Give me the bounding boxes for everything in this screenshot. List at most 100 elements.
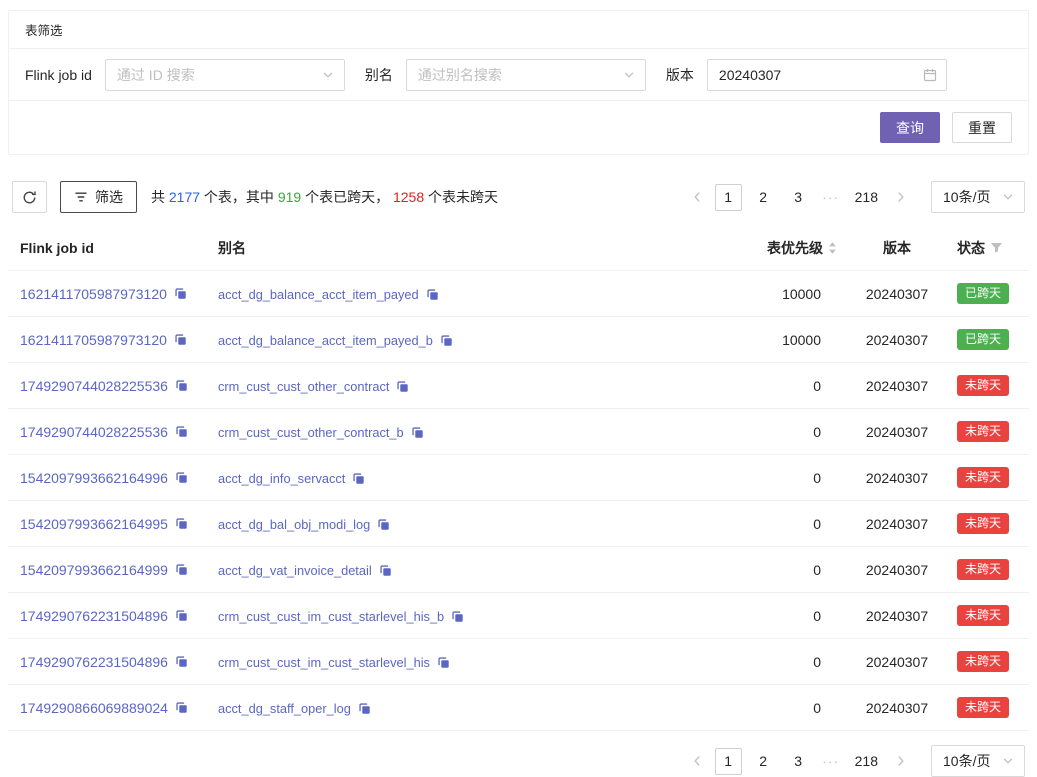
status-badge: 未跨天	[957, 559, 1009, 580]
copy-icon[interactable]	[175, 609, 188, 622]
page-size-select[interactable]: 10条/页	[931, 745, 1025, 777]
copy-icon[interactable]	[379, 564, 392, 577]
copy-icon[interactable]	[411, 426, 424, 439]
job-id-link[interactable]: 1621411705987973120	[20, 286, 167, 302]
col-header-version: 版本	[849, 226, 945, 271]
version-value: 20240307	[849, 271, 945, 317]
summary-mid1: 个表，其中	[200, 189, 278, 205]
copy-icon[interactable]	[377, 518, 390, 531]
page-size-value: 10条/页	[943, 751, 990, 771]
priority-value: 0	[659, 455, 849, 501]
sort-carets-icon[interactable]	[828, 241, 837, 255]
copy-icon[interactable]	[175, 425, 188, 438]
status-badge: 已跨天	[957, 329, 1009, 350]
copy-icon[interactable]	[451, 610, 464, 623]
filter-button-label: 筛选	[95, 187, 123, 207]
copy-icon[interactable]	[174, 333, 187, 346]
version-value: 20240307	[849, 685, 945, 731]
copy-icon[interactable]	[175, 517, 188, 530]
version-date-picker[interactable]	[707, 59, 947, 91]
pagination-prev[interactable]	[685, 748, 709, 775]
table-row: 1749290744028225536 crm_cust_cust_other_c…	[8, 363, 1029, 409]
copy-icon[interactable]	[437, 656, 450, 669]
alias-link[interactable]: acct_dg_bal_obj_modi_log	[218, 517, 370, 532]
pagination-page-2[interactable]: 2	[750, 748, 777, 775]
job-id-link[interactable]: 1749290744028225536	[20, 424, 168, 440]
copy-icon[interactable]	[175, 701, 188, 714]
refresh-button[interactable]	[12, 181, 47, 213]
data-table: Flink job id 别名 表优先级 版本 状态	[8, 226, 1029, 731]
alias-link[interactable]: acct_dg_balance_acct_item_payed	[218, 287, 419, 302]
pagination-page-2[interactable]: 2	[750, 184, 777, 211]
alias-link[interactable]: crm_cust_cust_im_cust_starlevel_his	[218, 655, 430, 670]
pagination-page-1[interactable]: 1	[715, 184, 742, 211]
copy-icon[interactable]	[175, 655, 188, 668]
version-value: 20240307	[849, 547, 945, 593]
pagination-ellipsis[interactable]: ···	[818, 189, 844, 205]
job-id-link[interactable]: 1749290762231504896	[20, 608, 168, 624]
uncrossed-count: 1258	[393, 189, 424, 205]
page-size-select[interactable]: 10条/页	[931, 181, 1025, 213]
pagination-page-218[interactable]: 218	[850, 748, 883, 775]
priority-value: 0	[659, 685, 849, 731]
pagination-page-3[interactable]: 3	[785, 748, 812, 775]
copy-icon[interactable]	[174, 287, 187, 300]
job-id-link[interactable]: 1749290866069889024	[20, 700, 168, 716]
filter-funnel-icon[interactable]	[990, 242, 1003, 254]
status-badge: 已跨天	[957, 283, 1009, 304]
pagination-prev[interactable]	[685, 184, 709, 211]
reset-button[interactable]: 重置	[952, 112, 1012, 143]
table-row: 1749290866069889024 acct_dg_staff_oper_lo…	[8, 685, 1029, 731]
pagination-page-3[interactable]: 3	[785, 184, 812, 211]
version-value: 20240307	[849, 409, 945, 455]
copy-icon[interactable]	[440, 334, 453, 347]
query-button[interactable]: 查询	[880, 112, 940, 143]
alias-link[interactable]: acct_dg_vat_invoice_detail	[218, 563, 372, 578]
pagination-next[interactable]	[889, 184, 913, 211]
job-id-link[interactable]: 1542097993662164999	[20, 562, 168, 578]
job-id-link[interactable]: 1749290762231504896	[20, 654, 168, 670]
table-row: 1749290744028225536 crm_cust_cust_other_c…	[8, 409, 1029, 455]
copy-icon[interactable]	[175, 471, 188, 484]
copy-icon[interactable]	[352, 472, 365, 485]
priority-value: 0	[659, 363, 849, 409]
copy-icon[interactable]	[358, 702, 371, 715]
pagination-page-218[interactable]: 218	[850, 184, 883, 211]
copy-icon[interactable]	[175, 563, 188, 576]
priority-value: 0	[659, 639, 849, 685]
alias-link[interactable]: crm_cust_cust_im_cust_starlevel_his_b	[218, 609, 444, 624]
filter-toggle-button[interactable]: 筛选	[60, 181, 137, 213]
col-header-priority[interactable]: 表优先级	[659, 226, 849, 271]
alias-link[interactable]: acct_dg_info_servacct	[218, 471, 345, 486]
copy-icon[interactable]	[175, 379, 188, 392]
version-value: 20240307	[849, 455, 945, 501]
alias-link[interactable]: crm_cust_cust_other_contract_b	[218, 425, 404, 440]
job-id-link[interactable]: 1542097993662164995	[20, 516, 168, 532]
jobid-select-placeholder: 通过 ID 搜索	[117, 65, 195, 85]
priority-value: 0	[659, 409, 849, 455]
job-id-link[interactable]: 1621411705987973120	[20, 332, 167, 348]
status-badge: 未跨天	[957, 513, 1009, 534]
version-field-label: 版本	[666, 65, 694, 85]
alias-link[interactable]: acct_dg_balance_acct_item_payed_b	[218, 333, 433, 348]
copy-icon[interactable]	[396, 380, 409, 393]
alias-link[interactable]: crm_cust_cust_other_contract	[218, 379, 389, 394]
job-id-link[interactable]: 1749290744028225536	[20, 378, 168, 394]
page-size-value: 10条/页	[943, 187, 990, 207]
status-badge: 未跨天	[957, 421, 1009, 442]
summary-mid2: 个表已跨天，	[301, 189, 393, 205]
col-header-alias: 别名	[206, 226, 659, 271]
col-header-job-id: Flink job id	[8, 226, 206, 271]
copy-icon[interactable]	[426, 288, 439, 301]
jobid-select[interactable]: 通过 ID 搜索	[105, 59, 345, 91]
alias-select[interactable]: 通过别名搜索	[406, 59, 646, 91]
alias-link[interactable]: acct_dg_staff_oper_log	[218, 701, 351, 716]
result-summary: 共 2177 个表，其中 919 个表已跨天， 1258 个表未跨天	[151, 187, 498, 207]
pagination-next[interactable]	[889, 748, 913, 775]
pagination-page-1[interactable]: 1	[715, 748, 742, 775]
job-id-link[interactable]: 1542097993662164996	[20, 470, 168, 486]
status-header-label: 状态	[957, 238, 985, 258]
version-input[interactable]	[708, 67, 946, 83]
summary-suffix: 个表未跨天	[424, 189, 498, 205]
priority-value: 0	[659, 501, 849, 547]
